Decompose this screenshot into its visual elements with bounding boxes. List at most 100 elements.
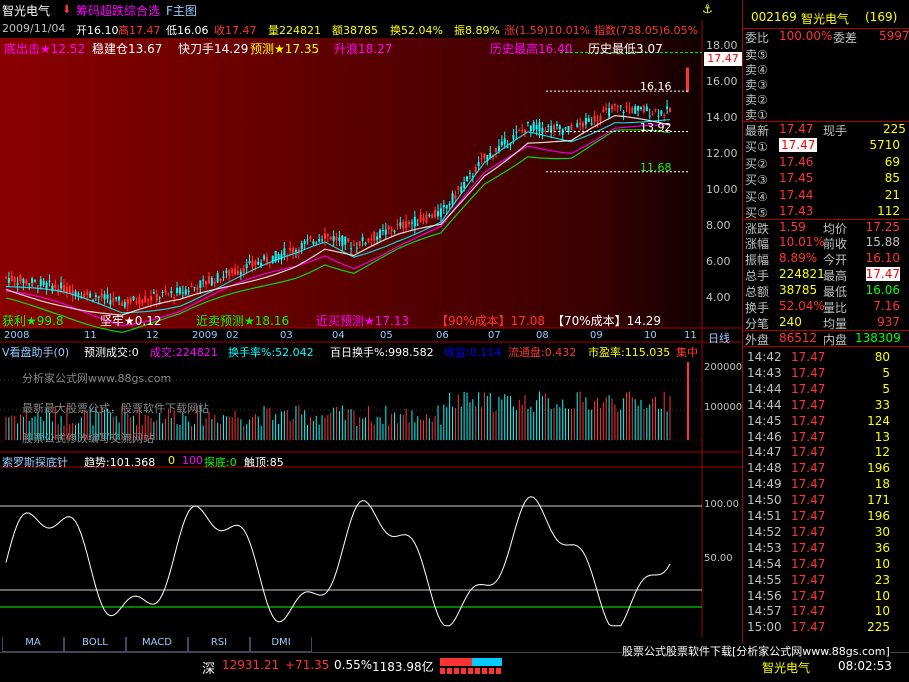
candle-body bbox=[625, 106, 628, 108]
label-cost90: 【90%成本】17.08 bbox=[436, 314, 546, 328]
candle-body bbox=[13, 277, 16, 283]
info-volume: 量224821 bbox=[268, 24, 321, 37]
candle-body bbox=[158, 297, 161, 299]
candle-body bbox=[396, 224, 399, 226]
candle-body bbox=[506, 146, 509, 148]
ad-banner[interactable]: 股票公式股票软件下载[分析家公式网www.88gs.com] bbox=[622, 643, 890, 659]
tab-rsi[interactable]: RSI bbox=[188, 637, 250, 652]
stat-row: 总手 224821 最高 17.47 bbox=[743, 267, 909, 284]
time-tick: 2009 bbox=[192, 330, 218, 341]
tick-time: 14:44 bbox=[747, 397, 782, 412]
candle-body bbox=[323, 233, 326, 239]
stat-bv: 17.25 bbox=[865, 220, 900, 234]
stat-a: 振幅 bbox=[745, 253, 770, 267]
candle-body bbox=[532, 122, 535, 131]
candle-body bbox=[358, 241, 361, 247]
candle-body bbox=[129, 297, 132, 303]
price-tag: 17.47 bbox=[704, 52, 742, 66]
candle-body bbox=[645, 106, 648, 112]
candle-body bbox=[631, 107, 634, 113]
tick-time: 14:54 bbox=[747, 556, 782, 571]
tick-volume: 225 bbox=[867, 620, 890, 635]
osc-panel-title[interactable]: 索罗斯探底针 bbox=[2, 454, 68, 470]
candle-body bbox=[190, 285, 193, 287]
tab-macd[interactable]: MACD bbox=[126, 637, 188, 652]
tab-main-chart[interactable]: F主图 bbox=[166, 2, 197, 19]
time-tick: 11 bbox=[84, 330, 97, 341]
candle-body bbox=[205, 281, 208, 285]
candle-body bbox=[352, 244, 355, 246]
label-cost70: 【70%成本】14.29 bbox=[552, 314, 662, 328]
time-tick: 07 bbox=[488, 330, 501, 341]
candle-body bbox=[202, 279, 205, 281]
info-amount: 额38785 bbox=[332, 24, 378, 37]
candle-body bbox=[31, 278, 34, 283]
stat-a: 换手 bbox=[745, 301, 770, 315]
info-close: 收17.47 bbox=[214, 24, 257, 37]
candle-body bbox=[445, 205, 448, 209]
tick-row: 14:53 17.47 36 bbox=[743, 541, 909, 557]
candle-body bbox=[263, 255, 266, 260]
candle-body bbox=[579, 122, 582, 125]
tick-time: 14:48 bbox=[747, 461, 782, 476]
stat-row: 换手 52.04% 量比 7.16 bbox=[743, 299, 909, 316]
tick-volume: 171 bbox=[867, 493, 890, 508]
candle-body bbox=[384, 229, 387, 235]
candle-body bbox=[454, 195, 457, 199]
vol-panel-title[interactable]: V看盘助手(0) bbox=[2, 344, 69, 360]
candle-body bbox=[167, 293, 170, 295]
tick-time: 14:44 bbox=[747, 381, 782, 396]
period-daily[interactable]: 日线 bbox=[708, 330, 730, 346]
tick-row: 14:49 17.47 18 bbox=[743, 477, 909, 493]
level-16-16: 16.16 bbox=[640, 80, 672, 93]
candle-body bbox=[564, 127, 567, 129]
watermark-2: 最新最大股票公式，股票软件下载网站 bbox=[22, 402, 209, 415]
tab-boll[interactable]: BOLL bbox=[64, 637, 126, 652]
down-arrow-icon[interactable]: ⬇ bbox=[62, 3, 71, 16]
info-line: 2009/11/04 开16.10 高17.47 低16.06 收17.47 量… bbox=[0, 20, 742, 38]
tick-row: 14:50 17.47 171 bbox=[743, 493, 909, 509]
vol-axis-200k: 200000 bbox=[704, 362, 742, 373]
weibi-value: 100.00% bbox=[779, 29, 833, 43]
anchor-icon[interactable]: ⚓ bbox=[702, 2, 713, 16]
candle-body bbox=[576, 123, 579, 127]
label-bottom-fish: 底出击★12.52 bbox=[4, 42, 86, 56]
tick-price: 17.47 bbox=[791, 556, 826, 571]
stat-b: 最低 bbox=[823, 285, 848, 299]
tick-time: 14:50 bbox=[747, 493, 782, 508]
price-tick: 12.00 bbox=[706, 147, 738, 160]
status-bar: 深 12931.21 +71.35 0.55% 1183.98亿 股票公式股票软… bbox=[0, 643, 909, 682]
indicator-name[interactable]: 筹码超跌综合选 bbox=[76, 2, 160, 19]
tick-price: 17.47 bbox=[791, 540, 826, 555]
candle-body bbox=[347, 238, 350, 242]
stat-a: 涨幅 bbox=[745, 237, 770, 251]
weicha-label: 委差 bbox=[833, 31, 858, 45]
label-fast: 快刀手14.29 bbox=[178, 42, 249, 56]
candle-body bbox=[149, 296, 152, 301]
candle-body bbox=[364, 242, 367, 245]
tab-ma[interactable]: MA bbox=[2, 637, 64, 652]
price-tick: 14.00 bbox=[706, 111, 738, 124]
candle-body bbox=[390, 228, 393, 232]
price-tick: 18.00 bbox=[706, 39, 738, 52]
candle-body bbox=[419, 214, 422, 222]
candle-body bbox=[648, 115, 651, 117]
inner-label: 内盘 bbox=[823, 333, 848, 347]
candle-body bbox=[25, 280, 28, 285]
tick-row: 15:00 17.47 225 bbox=[743, 620, 909, 636]
chart-area[interactable]: 智光电气 ⬇ 筹码超跌综合选 F主图 ⚓ 2009/11/04 开16.10 高… bbox=[0, 0, 742, 652]
candle-body bbox=[468, 172, 471, 174]
candle-body bbox=[213, 281, 216, 284]
sell-row: 卖① bbox=[743, 106, 909, 122]
candle-body bbox=[164, 289, 167, 293]
candle-body bbox=[599, 115, 602, 121]
buy-price: 17.45 bbox=[779, 171, 814, 185]
tick-volume: 30 bbox=[874, 524, 890, 539]
watermark-1: 分析家公式网www.88gs.com bbox=[22, 372, 172, 385]
tick-price: 17.47 bbox=[791, 413, 826, 428]
candle-body bbox=[460, 186, 463, 193]
tick-price: 17.47 bbox=[791, 461, 826, 476]
tick-volume: 196 bbox=[867, 461, 890, 476]
buy-volume: 5710 bbox=[869, 138, 900, 152]
tab-dmi[interactable]: DMI bbox=[250, 637, 312, 652]
